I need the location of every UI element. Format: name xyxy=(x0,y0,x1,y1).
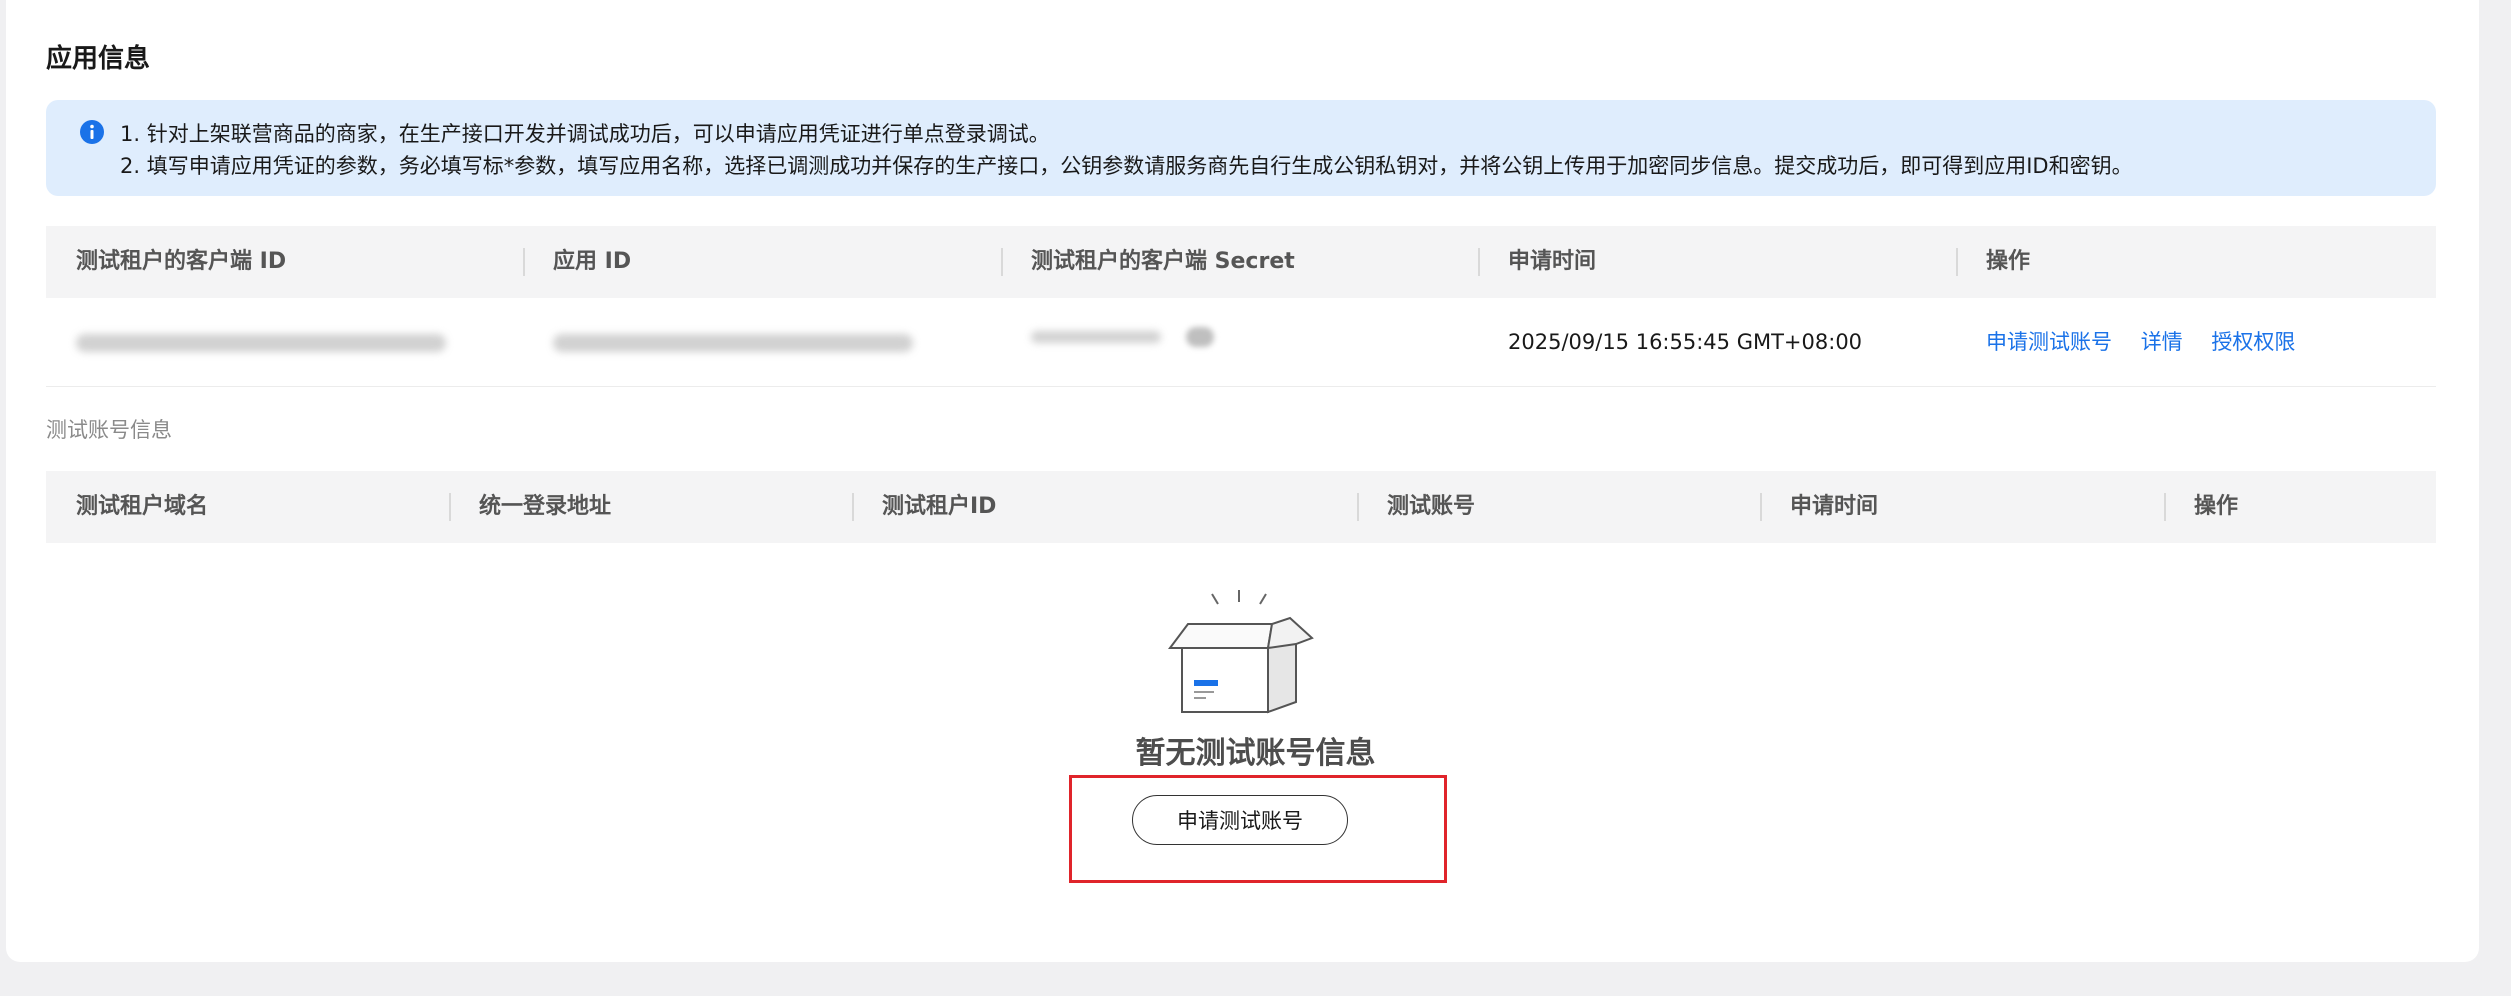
notice-line-1: 1. 针对上架联营商品的商家，在生产接口开发并调试成功后，可以申请应用凭证进行单… xyxy=(120,122,1050,146)
authorize-permission-link[interactable]: 授权权限 xyxy=(2211,330,2295,354)
details-link[interactable]: 详情 xyxy=(2141,330,2183,354)
column-divider xyxy=(2164,493,2166,521)
eye-icon[interactable] xyxy=(1185,327,1214,347)
column-divider xyxy=(1956,248,1958,276)
info-icon xyxy=(80,120,104,144)
col-account-actions: 操作 xyxy=(2194,494,2239,519)
col-test-account: 测试账号 xyxy=(1387,494,1476,519)
col-login-url: 统一登录地址 xyxy=(479,494,612,519)
app-id-cell xyxy=(553,298,913,386)
masked-client-id xyxy=(76,334,446,352)
app-table-header: 测试租户的客户端 ID 应用 ID 测试租户的客户端 Secret 申请时间 操… xyxy=(46,226,2436,298)
account-table: 测试租户域名 统一登录地址 测试租户ID 测试账号 申请时间 操作 xyxy=(46,471,2436,543)
col-tenant-id: 测试租户ID xyxy=(882,494,997,519)
client-id-cell xyxy=(76,298,446,386)
test-account-section-title: 测试账号信息 xyxy=(46,418,172,442)
client-secret-cell xyxy=(1031,292,1214,380)
column-divider xyxy=(449,493,451,521)
column-divider xyxy=(1760,493,1762,521)
apply-time-cell: 2025/09/15 16:55:45 GMT+08:00 xyxy=(1508,330,1863,354)
col-client-secret: 测试租户的客户端 Secret xyxy=(1031,249,1295,274)
col-account-apply-time: 申请时间 xyxy=(1790,494,1879,519)
actions-cell: 申请测试账号 详情 授权权限 xyxy=(1986,298,2295,386)
column-divider xyxy=(1478,248,1480,276)
apply-test-account-link[interactable]: 申请测试账号 xyxy=(1986,330,2112,354)
empty-box-icon xyxy=(1168,590,1314,714)
col-apply-time: 申请时间 xyxy=(1508,249,1597,274)
column-divider xyxy=(852,493,854,521)
col-tenant-domain: 测试租户域名 xyxy=(76,494,209,519)
column-divider xyxy=(1001,248,1003,276)
empty-state-text: 暂无测试账号信息 xyxy=(1135,736,1376,771)
masked-client-secret xyxy=(1031,331,1161,343)
app-table: 测试租户的客户端 ID 应用 ID 测试租户的客户端 Secret 申请时间 操… xyxy=(46,226,2436,387)
masked-app-id xyxy=(553,334,913,352)
account-table-header: 测试租户域名 统一登录地址 测试租户ID 测试账号 申请时间 操作 xyxy=(46,471,2436,543)
column-divider xyxy=(1357,493,1359,521)
notice-banner: 1. 针对上架联营商品的商家，在生产接口开发并调试成功后，可以申请应用凭证进行单… xyxy=(46,100,2436,196)
table-row: 2025/09/15 16:55:45 GMT+08:00 申请测试账号 详情 … xyxy=(46,298,2436,387)
col-client-id: 测试租户的客户端 ID xyxy=(76,249,287,274)
col-app-id: 应用 ID xyxy=(553,249,632,274)
section-title: 应用信息 xyxy=(46,44,151,74)
notice-line-2: 2. 填写申请应用凭证的参数，务必填写标*参数，填写应用名称，选择已调测成功并保… xyxy=(120,154,2133,178)
highlight-box xyxy=(1069,775,1447,883)
col-actions: 操作 xyxy=(1986,249,2031,274)
column-divider xyxy=(523,248,525,276)
